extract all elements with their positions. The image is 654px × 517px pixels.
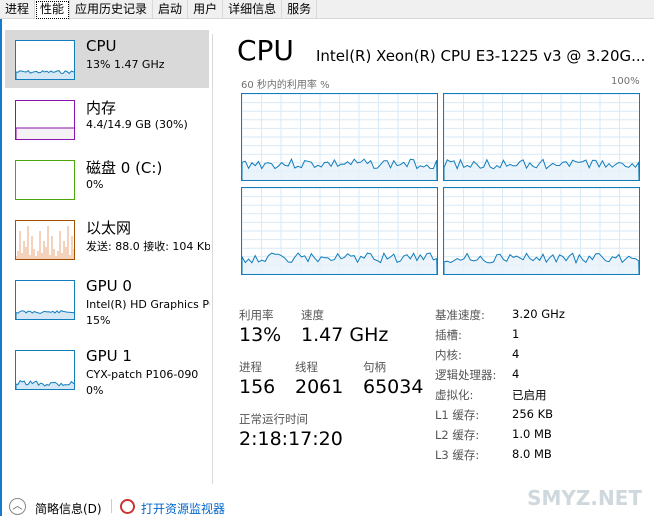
item-detail: CYX-patch P106-090: [86, 368, 199, 381]
spec-value: 8.0 MB: [512, 447, 552, 461]
util-value: 13%: [239, 324, 282, 346]
resource-monitor-icon: [120, 499, 135, 514]
spec-value: 1.0 MB: [512, 427, 552, 441]
spec-value: 4: [512, 367, 520, 381]
tab-4[interactable]: 用户: [188, 0, 224, 19]
spec-label: 插槽:: [435, 328, 462, 342]
speed-label: 速度: [301, 308, 324, 322]
tab-5[interactable]: 详细信息: [223, 0, 283, 19]
item-name: GPU 0: [86, 277, 132, 295]
sidebar-item-4[interactable]: GPU 0 Intel(R) HD Graphics P630 15%: [5, 270, 210, 328]
proc-value: 156: [239, 376, 276, 398]
graph-label: 60 秒内的利用率 %: [241, 80, 330, 91]
tab-1[interactable]: 性能: [35, 0, 71, 20]
item-name: CPU: [86, 37, 117, 55]
core-graph-3: [443, 187, 640, 275]
tab-bar: 进程 性能 应用历史记录 启动 用户 详细信息 服务: [0, 0, 654, 20]
item-name: 以太网: [86, 219, 132, 237]
thumbnail-graph: [15, 40, 75, 80]
item-detail: 发送: 88.0 接收: 104 Kbps: [86, 240, 210, 253]
spec-label: L2 缓存:: [435, 428, 480, 442]
graph-max: 100%: [611, 76, 640, 87]
util-label: 利用率: [239, 308, 274, 322]
spec-value: 已启用: [512, 388, 547, 402]
core-graph-0: [241, 93, 438, 181]
item-name: 内存: [86, 99, 117, 117]
spec-value: 4: [512, 347, 520, 361]
sidebar-item-3[interactable]: 以太网发送: 88.0 接收: 104 Kbps: [5, 210, 210, 268]
spec-label: 基准速度:: [435, 308, 485, 322]
item-name: 磁盘 0 (C:): [86, 159, 163, 177]
separator: [111, 499, 112, 513]
page-title: CPU: [237, 34, 294, 67]
item-name: GPU 1: [86, 347, 132, 365]
speed-value: 1.47 GHz: [301, 324, 389, 346]
thumbnail-graph: [15, 100, 75, 140]
item-value: 15%: [86, 314, 111, 327]
watermark: SMYZ.NET: [527, 486, 642, 510]
tab-2[interactable]: 应用历史记录: [70, 0, 154, 19]
handle-value: 65034: [363, 376, 424, 398]
sidebar-item-5[interactable]: GPU 1 CYX-patch P106-090 0%: [5, 340, 209, 398]
thumbnail-graph: [15, 220, 75, 260]
tab-6[interactable]: 服务: [282, 0, 318, 19]
spec-label: L3 缓存:: [435, 448, 480, 462]
sidebar-item-2[interactable]: 磁盘 0 (C:) 0%: [5, 150, 209, 208]
tab-0[interactable]: 进程: [0, 0, 36, 19]
uptime-label: 正常运行时间: [239, 412, 308, 426]
tab-3[interactable]: 启动: [153, 0, 189, 19]
window-edge: [0, 19, 2, 516]
cpu-model: Intel(R) Xeon(R) CPU E3-1225 v3 @ 3.20G.…: [316, 47, 646, 65]
spec-value: 3.20 GHz: [512, 307, 565, 321]
core-graph-2: [241, 187, 438, 275]
item-detail: 4.4/14.9 GB (30%): [86, 118, 188, 131]
spec-value: 1: [512, 327, 520, 341]
spec-label: 逻辑处理器:: [435, 368, 497, 382]
spec-label: L1 缓存:: [435, 408, 480, 422]
thread-label: 线程: [295, 360, 318, 374]
thumbnail-graph: [15, 160, 75, 200]
item-value: 0%: [86, 384, 104, 397]
thumbnail-graph: [15, 280, 75, 320]
divider[interactable]: [212, 34, 213, 484]
open-resource-monitor-link[interactable]: 打开资源监视器: [141, 500, 225, 517]
sidebar-item-1[interactable]: 内存 4.4/14.9 GB (30%): [5, 90, 209, 148]
chevron-up-icon[interactable]: ︿: [9, 498, 26, 515]
thread-value: 2061: [295, 376, 344, 398]
item-detail: 0%: [86, 178, 104, 191]
spec-value: 256 KB: [512, 407, 554, 421]
core-graph-1: [443, 93, 640, 181]
proc-label: 进程: [239, 360, 262, 374]
thumbnail-graph: [15, 350, 75, 390]
sidebar-item-0[interactable]: CPU 13% 1.47 GHz: [5, 30, 209, 88]
brief-info-button[interactable]: 简略信息(D): [35, 500, 102, 517]
uptime-value: 2:18:17:20: [239, 428, 343, 450]
spec-label: 虚拟化:: [435, 388, 474, 402]
handle-label: 句柄: [363, 360, 386, 374]
item-detail: 13% 1.47 GHz: [86, 58, 165, 71]
item-detail: Intel(R) HD Graphics P630: [86, 298, 210, 311]
spec-label: 内核:: [435, 348, 462, 362]
